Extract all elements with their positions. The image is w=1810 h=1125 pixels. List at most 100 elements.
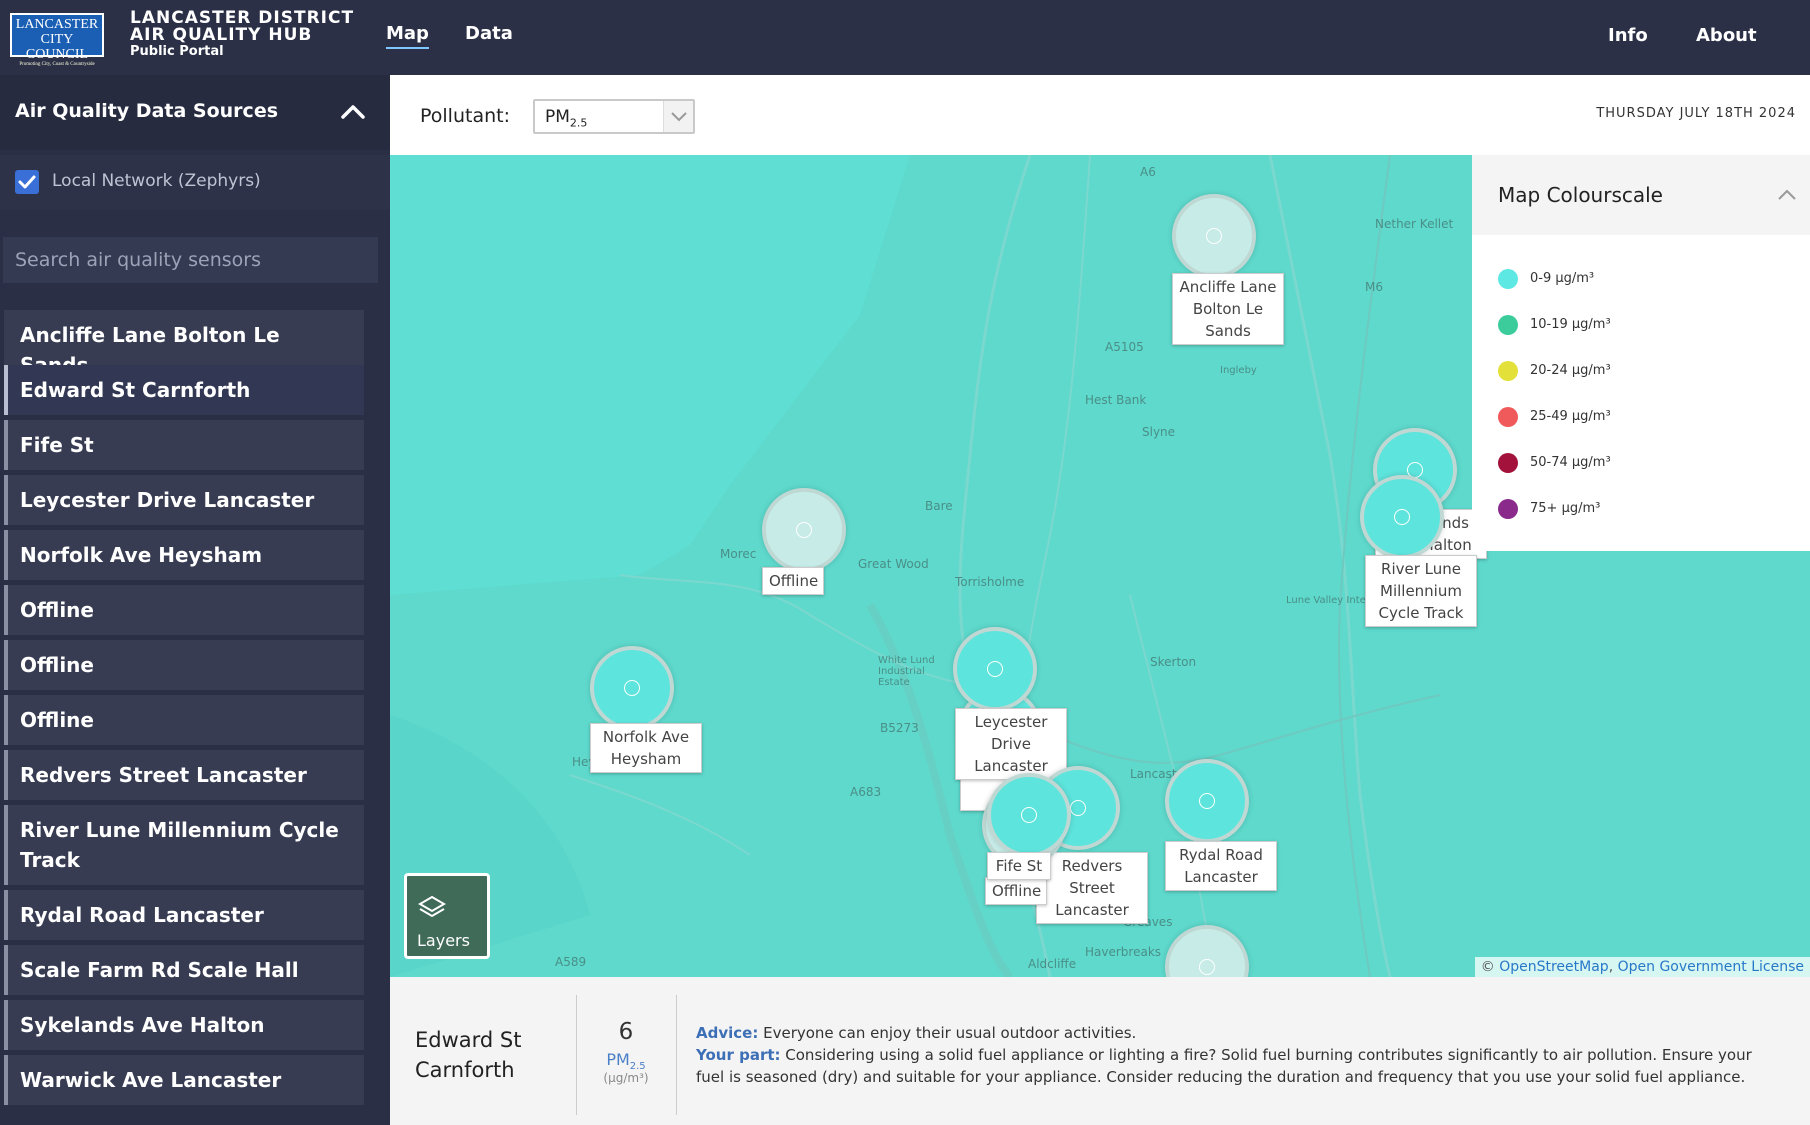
place-label: M6	[1365, 280, 1383, 294]
marker-label-offline[interactable]: Offline	[762, 567, 824, 595]
nav-about[interactable]: About	[1696, 25, 1757, 46]
colourscale-panel: Map Colourscale 0-9 μg/m³ 10-19 μg/m³ 20…	[1472, 155, 1810, 551]
sensor-item-river-lune[interactable]: River Lune Millennium Cycle Track	[4, 805, 364, 885]
marker-center-icon	[1206, 228, 1222, 244]
chevron-up-icon[interactable]	[340, 99, 366, 125]
label-line: Leycester	[974, 713, 1048, 731]
sensor-item-leycester-drive[interactable]: Leycester Drive Lancaster	[4, 475, 364, 525]
marker-center-icon	[1070, 800, 1086, 816]
place-label: Haverbreaks	[1085, 945, 1162, 959]
sensor-item-offline-2[interactable]: Offline	[4, 640, 364, 690]
sensor-item-scale-farm-rd[interactable]: Scale Farm Rd Scale Hall	[4, 945, 364, 995]
sidebar-title: Air Quality Data Sources	[15, 100, 279, 122]
reading-unit: (μg/m³)	[603, 1071, 649, 1085]
nav-info[interactable]: Info	[1608, 25, 1648, 46]
place-label: A589	[555, 955, 587, 969]
marker-center-icon	[1394, 509, 1410, 525]
attribution-prefix: ©	[1480, 959, 1500, 975]
nav-data[interactable]: Data	[465, 23, 513, 44]
sensor-marker-ancliffe-lane[interactable]	[1172, 194, 1256, 278]
sensor-item-warwick-ave[interactable]: Warwick Ave Lancaster	[4, 1055, 364, 1105]
app-header: LANCASTER CITY COUNCIL Promoting City, C…	[0, 0, 1810, 75]
label-line: Cycle Track	[1378, 604, 1464, 622]
place-label: Hest Bank	[1085, 393, 1147, 407]
place-label: Ingleby	[1220, 365, 1257, 376]
pollutant-main: PM	[606, 1050, 630, 1069]
local-network-checkbox[interactable]	[15, 170, 39, 194]
place-label: White Lund Industrial Estate	[878, 655, 935, 688]
place-label: Slyne	[1142, 425, 1176, 439]
sensor-item-offline-3[interactable]: Offline	[4, 695, 364, 745]
sidebar-header[interactable]: Air Quality Data Sources	[0, 75, 390, 150]
sidebar: Air Quality Data Sources Local Network (…	[0, 75, 390, 1125]
label-line: Bolton Le	[1192, 300, 1264, 318]
nav-map[interactable]: Map	[386, 23, 429, 49]
pollutant-main: PM	[545, 107, 570, 127]
council-logo[interactable]: LANCASTER CITY COUNCIL Promoting City, C…	[10, 13, 104, 67]
sensor-marker-fife-st[interactable]	[987, 773, 1071, 857]
marker-label-leycester-drive[interactable]: Leycester Drive Lancaster	[955, 708, 1067, 780]
layers-button[interactable]: Layers	[404, 873, 490, 959]
advice-label: Advice:	[696, 1024, 759, 1042]
scale-label: 75+ μg/m³	[1530, 501, 1601, 516]
place-label: A6	[1140, 165, 1156, 179]
label-line: Rydal Road	[1179, 846, 1263, 864]
sensor-item-redvers-street[interactable]: Redvers Street Lancaster	[4, 750, 364, 800]
layers-icon	[418, 895, 446, 918]
pollutant-selected-value: PM2.5	[545, 107, 587, 129]
sensor-item-rydal-road[interactable]: Rydal Road Lancaster	[4, 890, 364, 940]
divider	[676, 995, 677, 1115]
sensor-item-offline-1[interactable]: Offline	[4, 585, 364, 635]
marker-label-norfolk-ave[interactable]: Norfolk Ave Heysham	[590, 723, 702, 773]
sensor-marker-rydal-road[interactable]	[1165, 759, 1249, 843]
scale-swatch	[1498, 407, 1518, 427]
marker-label-rydal-road[interactable]: Rydal Road Lancaster	[1165, 841, 1277, 891]
marker-label-fife-st[interactable]: Fife St	[987, 852, 1051, 880]
dropdown-arrow[interactable]	[663, 101, 693, 132]
marker-label-ancliffe-lane[interactable]: Ancliffe Lane Bolton Le Sands	[1172, 273, 1284, 345]
label-line: Sands	[1205, 322, 1251, 340]
advice-line: Advice: Everyone can enjoy their usual o…	[696, 1022, 1776, 1044]
colourscale-header[interactable]: Map Colourscale	[1472, 155, 1810, 235]
sensor-marker-norfolk-ave[interactable]	[590, 646, 674, 730]
place-label: B5273	[880, 721, 919, 735]
label-line: Ancliffe Lane	[1179, 278, 1277, 296]
chevron-up-icon[interactable]	[1776, 187, 1798, 203]
sensor-item-sykelands-ave[interactable]: Sykelands Ave Halton	[4, 1000, 364, 1050]
sensor-item-fife-st[interactable]: Fife St	[4, 420, 364, 470]
ogl-link[interactable]: Open Government License	[1618, 959, 1804, 975]
osm-link[interactable]: OpenStreetMap	[1499, 959, 1608, 975]
sensor-marker-offline[interactable]	[762, 488, 846, 572]
marker-center-icon	[1199, 793, 1215, 809]
attribution-sep: ,	[1608, 959, 1618, 975]
place-label: Great Wood	[858, 557, 929, 571]
pollutant-bar: Pollutant: PM2.5 THURSDAY JULY 18TH 2024	[390, 75, 1810, 155]
pollutant-select[interactable]: PM2.5	[533, 99, 695, 134]
app-brand: LANCASTER DISTRICT AIR QUALITY HUB Publi…	[130, 10, 354, 60]
label-line: Offline	[992, 882, 1042, 900]
sensor-item-edward-st[interactable]: Edward St Carnforth	[4, 365, 364, 415]
part-line: Your part: Considering using a solid fue…	[696, 1044, 1776, 1088]
sensor-marker-leycester-drive[interactable]	[953, 627, 1037, 711]
sensor-marker-river-lune[interactable]	[1360, 475, 1444, 559]
label-line: Fife St	[995, 857, 1043, 875]
place-label: Torrisholme	[955, 575, 1025, 589]
place-label: Nether Kellet	[1375, 217, 1454, 231]
label-line: Redvers	[1061, 857, 1123, 875]
sensor-item-norfolk-ave[interactable]: Norfolk Ave Heysham	[4, 530, 364, 580]
marker-label-redvers-street[interactable]: Redvers Street Lancaster	[1036, 852, 1148, 924]
colourscale-title: Map Colourscale	[1498, 183, 1663, 207]
scale-swatch	[1498, 269, 1518, 289]
marker-label-river-lune[interactable]: River Lune Millennium Cycle Track	[1365, 555, 1477, 627]
scale-swatch	[1498, 315, 1518, 335]
marker-label-offline[interactable]: Offline	[985, 877, 1047, 905]
sensor-search-input[interactable]	[3, 237, 378, 283]
advice-text: Everyone can enjoy their usual outdoor a…	[758, 1024, 1137, 1042]
place-label: Morec	[720, 547, 757, 561]
current-date: THURSDAY JULY 18TH 2024	[1596, 106, 1796, 121]
label-line: River Lune	[1381, 560, 1461, 578]
scale-label: 0-9 μg/m³	[1530, 271, 1595, 286]
sensor-name-line: Carnforth	[415, 1058, 515, 1082]
reading-pollutant: PM2.5	[576, 1050, 676, 1072]
map-attribution: © OpenStreetMap, Open Government License	[1474, 957, 1810, 977]
